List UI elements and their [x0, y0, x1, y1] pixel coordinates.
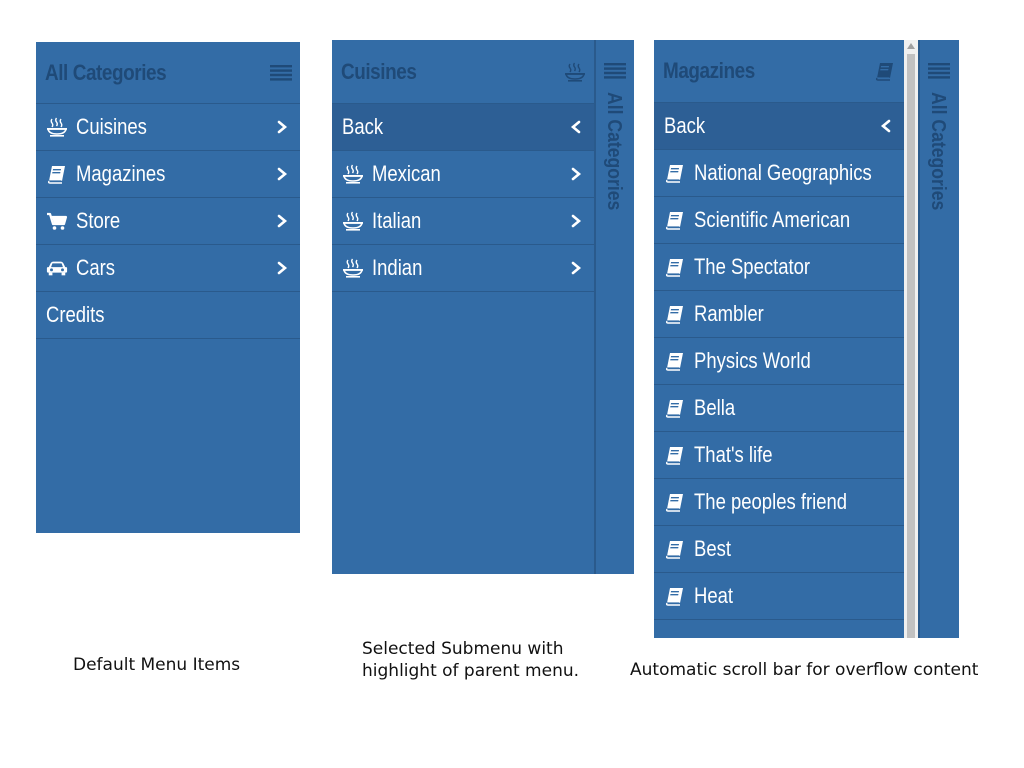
- book-icon: [664, 304, 686, 324]
- magazine-list: National Geographics Scientific American T…: [654, 150, 904, 620]
- menu-item-magazine[interactable]: National Geographics: [654, 150, 904, 197]
- panel-title: Magazines: [663, 58, 755, 83]
- hamburger-icon[interactable]: [604, 62, 626, 84]
- book-icon: [664, 586, 686, 606]
- menu-item-magazine[interactable]: Scientific American: [654, 197, 904, 244]
- caption-line: highlight of parent menu.: [362, 661, 580, 681]
- chevron-right-icon: [276, 120, 288, 134]
- book-icon: [874, 60, 896, 82]
- menu-item-magazine[interactable]: That's life: [654, 432, 904, 479]
- book-icon: [664, 163, 686, 183]
- menu-item-cuisines[interactable]: Cuisines: [36, 104, 300, 151]
- chevron-right-icon: [276, 214, 288, 228]
- chevron-right-icon: [276, 261, 288, 275]
- menu-item-label: Rambler: [694, 301, 764, 326]
- back-button[interactable]: Back: [332, 104, 594, 151]
- back-label: Back: [342, 114, 384, 139]
- menu-item-label: Store: [76, 208, 121, 233]
- menu-panel-default: All Categories Cuisines Magazines Store …: [36, 42, 300, 533]
- menu-item-magazine[interactable]: Rambler: [654, 291, 904, 338]
- menu-item-label: Magazines: [76, 161, 166, 186]
- cart-icon: [46, 211, 68, 231]
- menu-item-label: Cars: [76, 255, 116, 280]
- menu-item-magazine[interactable]: Physics World: [654, 338, 904, 385]
- menu-item-credits[interactable]: Credits: [36, 292, 300, 339]
- menu-item-magazine[interactable]: Bella: [654, 385, 904, 432]
- menu-item-label: The Spectator: [694, 254, 811, 279]
- book-icon: [664, 257, 686, 277]
- menu-item-label: Italian: [372, 208, 422, 233]
- food-icon: [564, 61, 586, 83]
- menu-item-label: Credits: [46, 302, 105, 327]
- book-icon: [46, 164, 68, 184]
- menu-item-label: Indian: [372, 255, 423, 280]
- menu-item-magazine[interactable]: The Spectator: [654, 244, 904, 291]
- chevron-left-icon: [570, 120, 582, 134]
- parent-menu-title: All Categories: [927, 92, 949, 211]
- menu-item-label: Heat: [694, 583, 734, 608]
- menu-item-label: Scientific American: [694, 207, 851, 232]
- menu-item-label: Bella: [694, 395, 736, 420]
- panel-title: Cuisines: [341, 58, 417, 84]
- collapsed-parent-menu[interactable]: All Categories: [594, 40, 634, 574]
- book-icon: [664, 351, 686, 371]
- food-icon: [342, 211, 364, 231]
- car-icon: [46, 258, 68, 278]
- panel-header: Cuisines: [332, 40, 594, 104]
- chevron-right-icon: [570, 261, 582, 275]
- chevron-right-icon: [570, 167, 582, 181]
- scroll-up-arrow-icon[interactable]: [907, 43, 915, 49]
- hamburger-icon[interactable]: [928, 62, 950, 84]
- scroll-thumb[interactable]: [907, 54, 915, 638]
- back-button[interactable]: Back: [654, 103, 904, 150]
- menu-item-indian[interactable]: Indian: [332, 245, 594, 292]
- caption-selected-submenu: Selected Submenu with highlight of paren…: [362, 638, 579, 682]
- submenu-panel-magazines: Magazines Back National Geographics Scien…: [654, 40, 904, 638]
- book-icon: [664, 492, 686, 512]
- menu-item-label: The peoples friend: [694, 489, 848, 514]
- menu-item-magazine[interactable]: The peoples friend: [654, 479, 904, 526]
- vertical-scrollbar[interactable]: [904, 40, 918, 638]
- menu-item-label: That's life: [694, 442, 773, 467]
- menu-item-label: Physics World: [694, 348, 811, 373]
- caption-scrollbar: Automatic scroll bar for overflow conten…: [630, 660, 979, 680]
- menu-item-magazine[interactable]: Best: [654, 526, 904, 573]
- collapsed-parent-menu[interactable]: All Categories: [918, 40, 959, 638]
- menu-item-italian[interactable]: Italian: [332, 198, 594, 245]
- menu-item-label: Cuisines: [76, 114, 147, 139]
- menu-item-magazine[interactable]: Heat: [654, 573, 904, 620]
- book-icon: [664, 445, 686, 465]
- menu-item-magazines[interactable]: Magazines: [36, 151, 300, 198]
- food-icon: [46, 117, 68, 137]
- panel-header: Magazines: [654, 40, 904, 103]
- food-icon: [342, 258, 364, 278]
- menu-item-label: Best: [694, 536, 731, 561]
- hamburger-icon[interactable]: [270, 62, 292, 84]
- menu-item-store[interactable]: Store: [36, 198, 300, 245]
- menu-item-label: Mexican: [372, 161, 441, 186]
- submenu-panel-cuisines: Cuisines Back Mexican Italian Indian: [332, 40, 594, 574]
- caption-default-menu: Default Menu Items: [73, 655, 241, 675]
- chevron-right-icon: [276, 167, 288, 181]
- menu-item-label: National Geographics: [694, 160, 872, 185]
- menu-item-mexican[interactable]: Mexican: [332, 151, 594, 198]
- chevron-right-icon: [570, 214, 582, 228]
- book-icon: [664, 398, 686, 418]
- chevron-left-icon: [880, 119, 892, 133]
- book-icon: [664, 539, 686, 559]
- parent-menu-title: All Categories: [603, 92, 625, 211]
- book-icon: [664, 210, 686, 230]
- menu-item-cars[interactable]: Cars: [36, 245, 300, 292]
- food-icon: [342, 164, 364, 184]
- panel-header: All Categories: [36, 42, 300, 104]
- caption-line: Selected Submenu with: [362, 639, 564, 659]
- panel-title: All Categories: [45, 59, 167, 85]
- back-label: Back: [664, 113, 706, 138]
